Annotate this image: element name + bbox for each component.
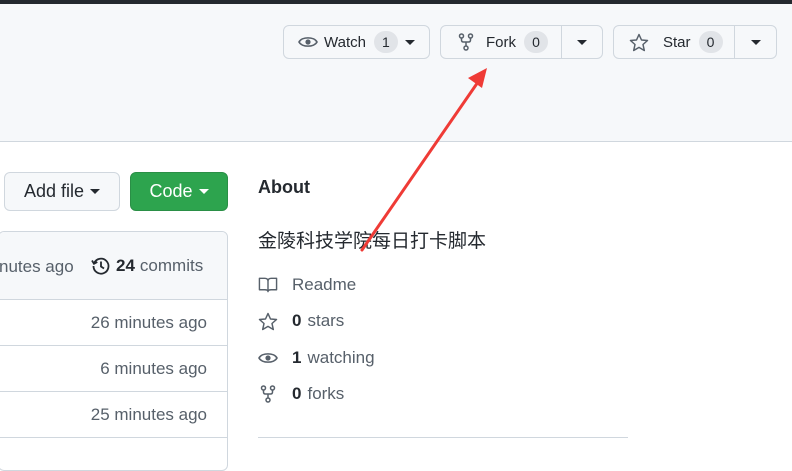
about-heading: About [258,177,310,197]
code-button[interactable]: Code [130,172,228,211]
file-commit-time: 25 minutes ago [90,404,207,424]
about-divider [258,437,628,438]
file-row[interactable]: 6 minutes ago [0,346,227,392]
watch-label: Watch [324,33,366,51]
star-button[interactable]: Star 0 [613,25,777,59]
watching-label: watching [307,348,375,367]
star-icon [629,33,649,52]
repo-description: 金陵科技学院每日打卡脚本 [258,231,487,252]
watching-count: 1 [292,348,302,367]
file-row[interactable]: 25 minutes ago [0,392,227,438]
latest-commit-bar: nutes ago 24 commits [0,232,227,300]
star-count: 0 [698,31,723,53]
stars-label: stars [307,311,345,330]
watching-link[interactable]: 1 watching [258,348,375,368]
watch-count: 1 [373,31,398,53]
commit-count: 24 [116,256,135,275]
forks-link[interactable]: 0 forks [258,384,344,404]
book-icon [258,276,278,294]
chevron-down-icon [750,39,761,45]
add-file-label: Add file [23,181,85,201]
watch-button[interactable]: Watch 1 [283,25,430,59]
repo-forked-icon [258,385,278,403]
fork-count: 0 [524,31,548,53]
fork-button[interactable]: Fork 0 [440,25,603,59]
forks-label: forks [307,384,345,403]
forks-count: 0 [292,384,302,403]
chevron-down-icon [405,40,415,45]
fork-label: Fork [486,33,516,51]
add-file-button[interactable]: Add file [4,172,120,211]
star-icon [258,312,278,331]
eye-icon [258,350,278,366]
latest-commit-time: nutes ago [0,257,74,276]
chevron-down-icon [198,189,209,194]
stars-link[interactable]: 0 stars [258,311,344,331]
history-icon [91,256,111,276]
file-commit-time: 26 minutes ago [90,312,207,332]
readme-link[interactable]: Readme [258,275,356,295]
watch-dropdown-caret[interactable] [405,40,415,45]
fork-dropdown[interactable] [561,26,602,58]
star-dropdown[interactable] [734,26,776,58]
chevron-down-icon [577,39,587,45]
star-label: Star [663,33,691,51]
commits-link[interactable]: 24 commits [91,256,203,276]
code-label: Code [149,181,193,201]
file-list: nutes ago 24 commits 26 minutes ago 6 mi… [0,231,228,471]
stars-count: 0 [292,311,302,330]
file-commit-time: 6 minutes ago [100,358,207,378]
chevron-down-icon [90,189,101,194]
file-row[interactable]: 26 minutes ago [0,300,227,346]
eye-icon [298,34,318,50]
commits-label: commits [139,256,204,275]
readme-label: Readme [292,275,357,294]
repo-forked-icon [458,33,474,51]
